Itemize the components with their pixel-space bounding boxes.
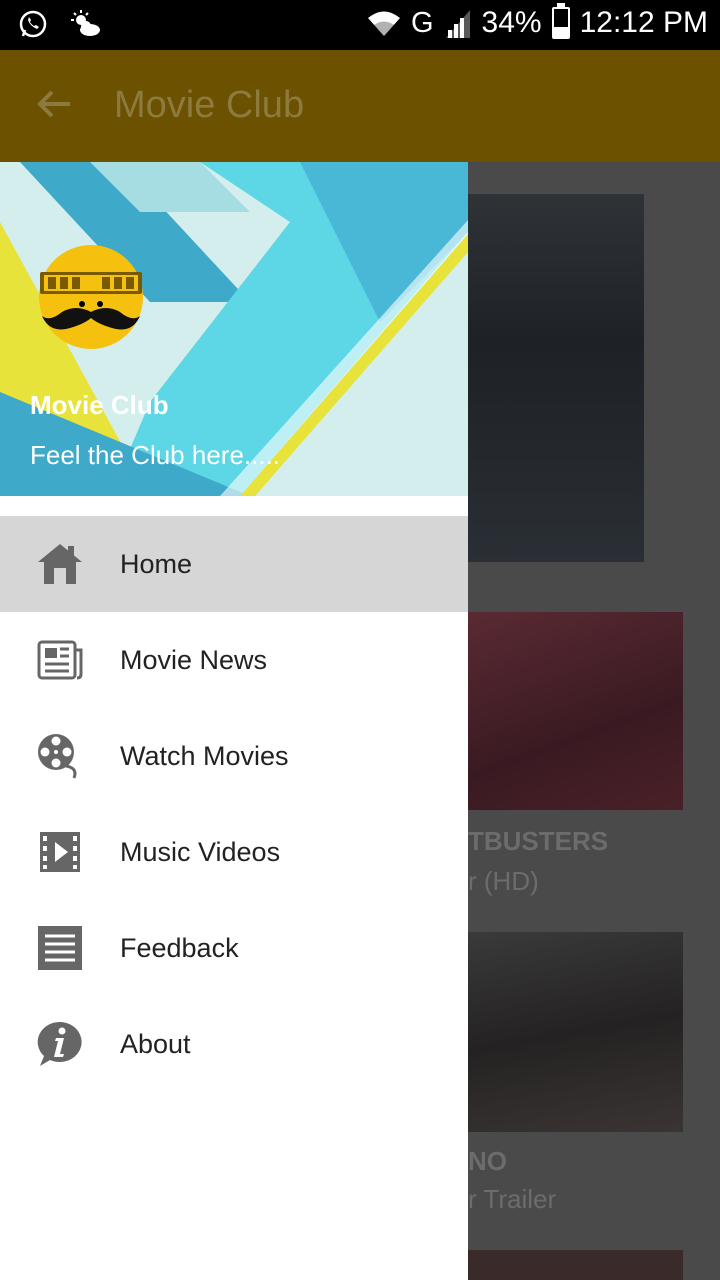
app-logo	[39, 245, 143, 349]
wifi-icon	[367, 11, 400, 36]
menu-item-label: Movie News	[120, 644, 268, 675]
signal-icon	[445, 10, 470, 38]
newspaper-icon	[37, 640, 83, 680]
drawer-tagline: Feel the Club here.....	[30, 440, 281, 470]
status-bar: G 34% 12:12 PM	[0, 0, 720, 50]
clock: 12:12 PM	[579, 6, 708, 39]
info-icon	[37, 1021, 82, 1066]
menu-item-home[interactable]: Home	[0, 516, 468, 612]
network-type: G	[410, 6, 434, 39]
film-reel-icon	[38, 734, 77, 779]
menu-item-watch-movies[interactable]: Watch Movies	[0, 708, 468, 804]
menu-item-label: Home	[120, 548, 193, 579]
movie-thumbnail	[468, 1250, 683, 1280]
menu-item-music-videos[interactable]: Music Videos	[0, 804, 468, 900]
navigation-drawer: Movie Club Feel the Club here..... Home …	[0, 162, 468, 1280]
movie-thumbnail	[468, 194, 644, 562]
menu-item-label: Music Videos	[120, 836, 281, 867]
background-content: TBUSTERS r (HD) NO r Trailer	[468, 162, 720, 1280]
card-subtitle: r Trailer	[468, 1184, 557, 1214]
movie-thumbnail	[468, 612, 683, 810]
toolbar-title: Movie Club	[114, 84, 305, 126]
battery-icon	[551, 3, 570, 39]
battery-percent: 34%	[481, 6, 542, 39]
drawer-header: Movie Club Feel the Club here.....	[0, 162, 468, 496]
feedback-icon	[38, 926, 82, 970]
card-title: TBUSTERS	[468, 826, 609, 856]
menu-item-feedback[interactable]: Feedback	[0, 900, 468, 996]
menu-item-label: About	[120, 1028, 191, 1059]
drawer-app-name: Movie Club	[30, 390, 169, 420]
drawer-menu: Home Movie News Watch Movies Music Video…	[0, 516, 468, 1092]
menu-item-about[interactable]: About	[0, 996, 468, 1092]
card-title: NO	[468, 1146, 507, 1176]
video-icon	[40, 832, 80, 872]
home-icon	[38, 544, 82, 584]
app-toolbar: Movie Club	[0, 50, 720, 162]
back-arrow-icon[interactable]	[34, 84, 74, 124]
whatsapp-icon	[19, 10, 47, 38]
menu-item-label: Watch Movies	[120, 740, 289, 771]
card-subtitle: r (HD)	[468, 866, 539, 896]
menu-item-movie-news[interactable]: Movie News	[0, 612, 468, 708]
movie-thumbnail	[468, 932, 683, 1132]
menu-item-label: Feedback	[120, 932, 239, 963]
weather-icon	[71, 10, 100, 36]
